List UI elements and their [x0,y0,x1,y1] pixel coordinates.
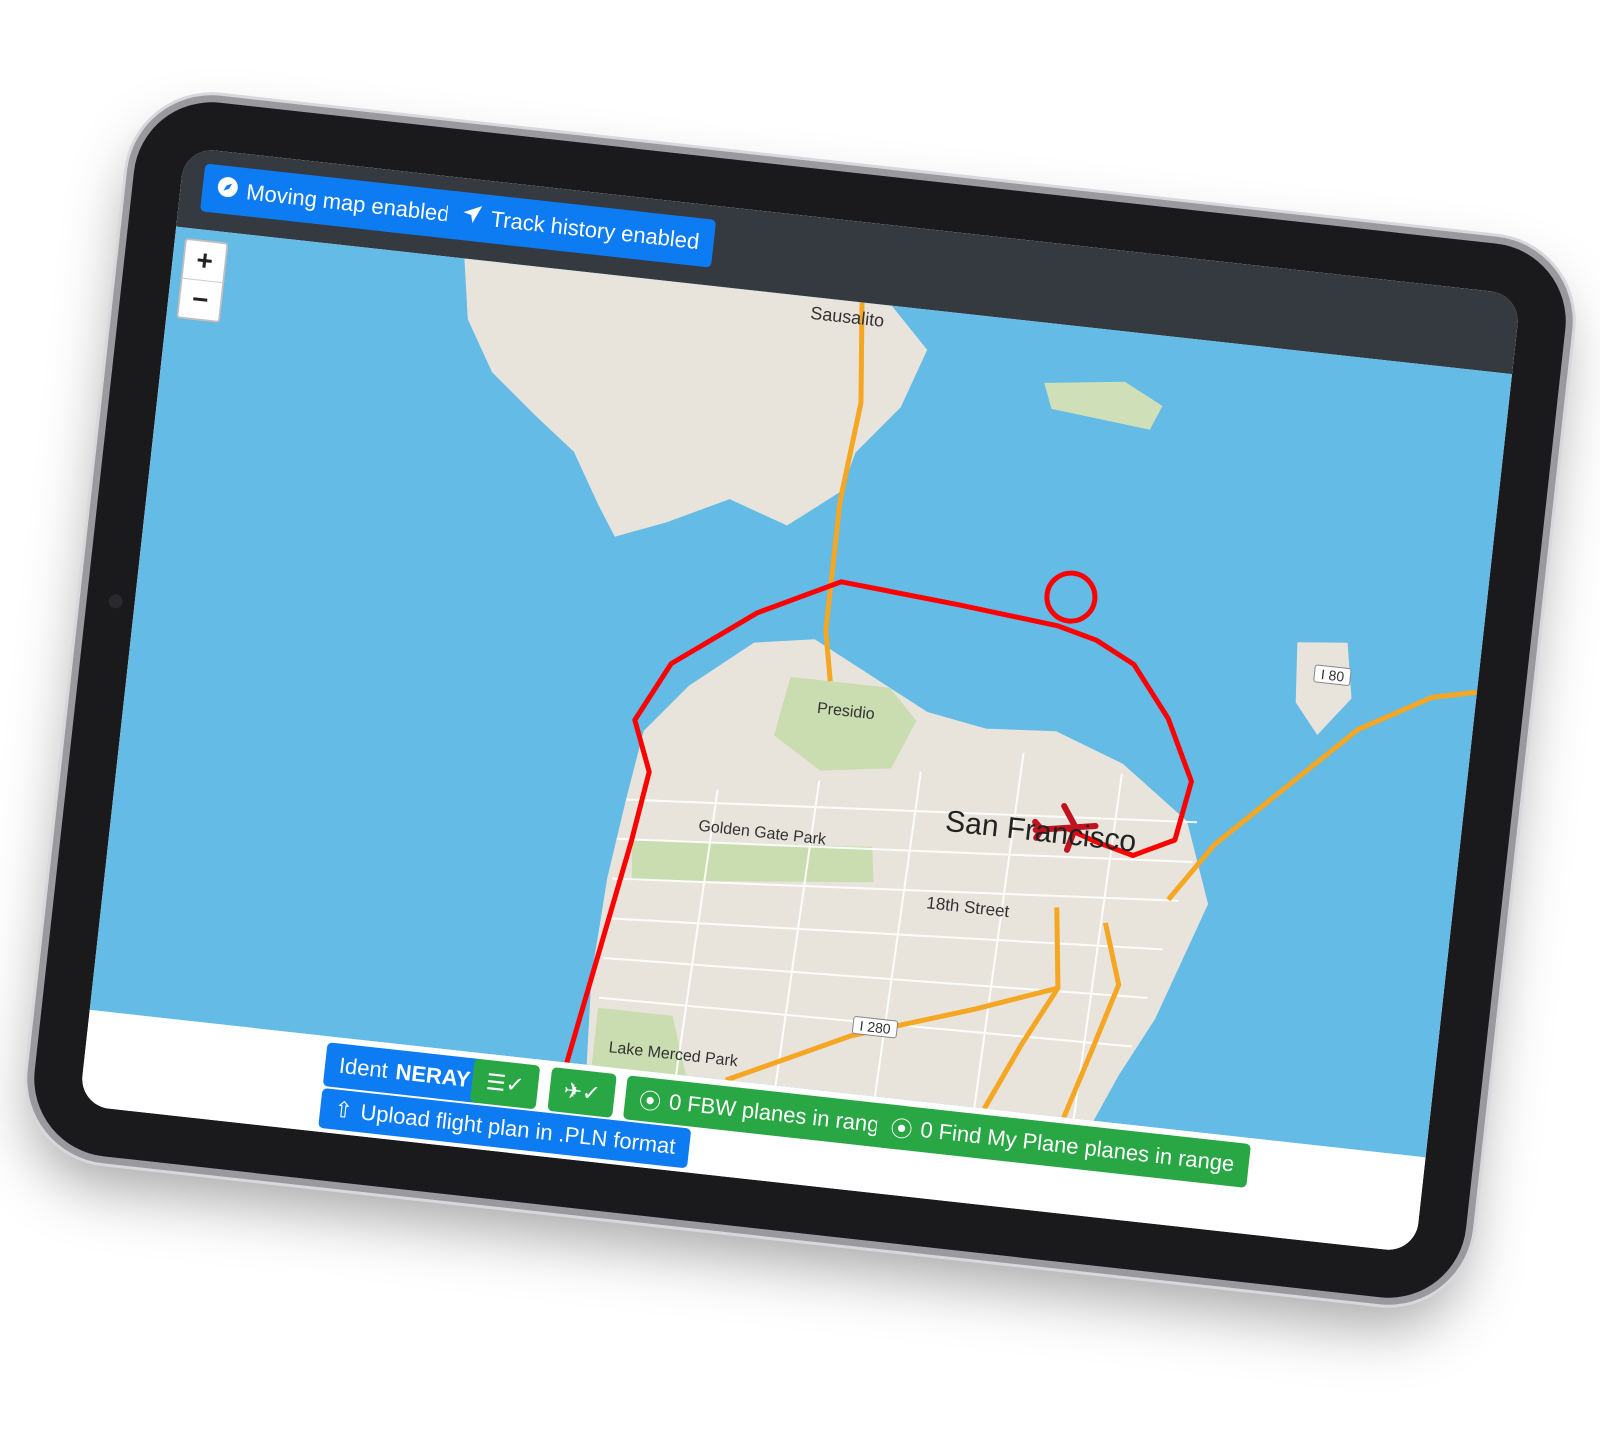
traffic-light-icon: ⦿ [889,1115,914,1143]
plane-status-button[interactable]: ✈✓ [547,1067,617,1118]
moving-map-button[interactable]: Moving map enabled [200,163,466,240]
ident-prefix: Ident [337,1052,390,1083]
zoom-in-button[interactable]: + [183,240,227,282]
map-canvas [464,258,1478,1121]
fbw-range-label: 0 FBW planes in range [667,1089,893,1139]
land-treasure-island [1295,642,1352,735]
upload-route-icon: ⇧ [332,1096,355,1124]
server-status-button[interactable]: ☰✓ [469,1058,541,1110]
zoom-out-button[interactable]: − [178,277,223,321]
tablet-device: Moving map enabled Track history enabled… [26,94,1574,1306]
ident-value: NERAY [394,1058,472,1093]
camera-icon [107,593,124,610]
traffic-light-icon: ⦿ [637,1087,663,1116]
track-history-label: Track history enabled [489,206,701,255]
land-angel-island [1044,381,1163,430]
map-view[interactable]: + − Sausalito Presidio San Francisco Gol… [89,226,1513,1158]
compass-icon [215,175,240,205]
track-history-button[interactable]: Track history enabled [444,190,716,268]
zoom-control: + − [176,237,229,324]
flight-track-loop [1044,570,1098,624]
location-arrow-icon [460,202,485,232]
server-check-icon: ☰✓ [484,1068,526,1098]
tablet-screen: Moving map enabled Track history enabled… [79,147,1521,1253]
moving-map-label: Moving map enabled [245,179,451,227]
plane-check-icon: ✈✓ [562,1077,602,1107]
